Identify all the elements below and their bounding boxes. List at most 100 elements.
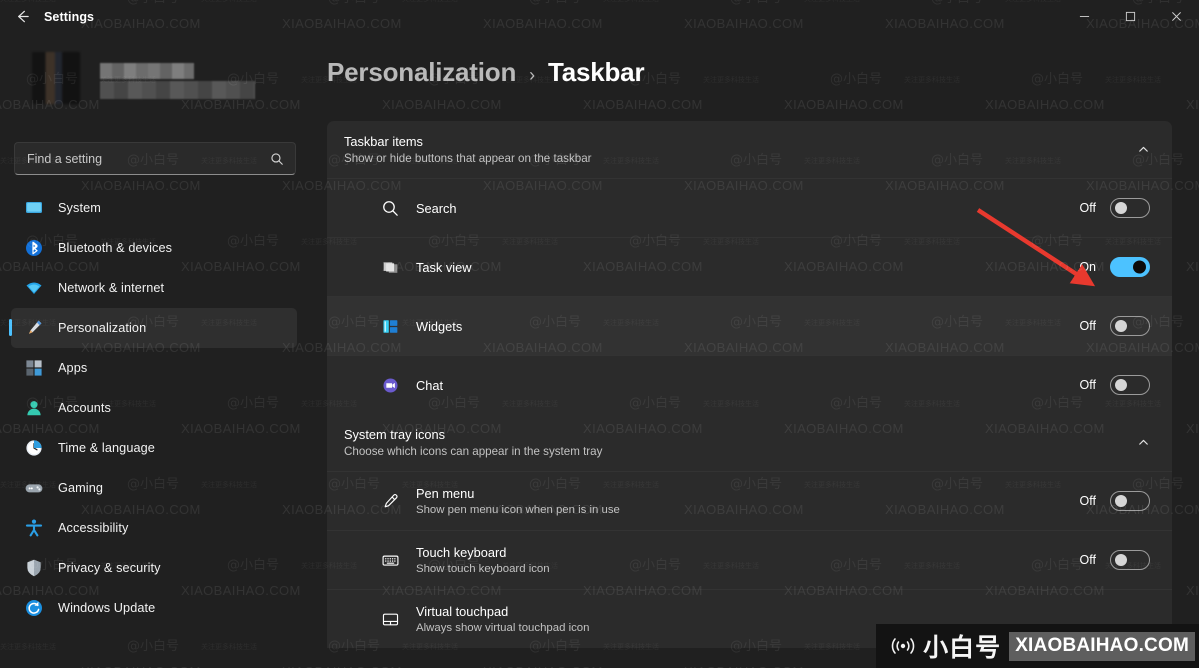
broadcast-icon <box>890 635 916 657</box>
setting-row-widgets[interactable]: Widgets Off <box>327 296 1172 355</box>
section-subtitle: Choose which icons can appear in the sys… <box>344 445 603 458</box>
toggle-knob <box>1133 260 1146 274</box>
sidebar-item-label: Gaming <box>58 481 104 495</box>
section-header[interactable]: Taskbar items Show or hide buttons that a… <box>327 121 1172 178</box>
setting-row-text: Touch keyboard Show touch keyboard icon <box>416 545 1080 575</box>
user-email-redacted <box>100 81 255 99</box>
system-icon <box>23 197 45 219</box>
back-arrow-icon <box>17 10 29 23</box>
watermark-cn-text: 小白号 <box>923 633 1002 662</box>
user-profile[interactable] <box>20 47 280 107</box>
setting-row-subtitle: Show touch keyboard icon <box>416 563 550 575</box>
setting-row-title: Touch keyboard <box>416 545 507 560</box>
widgets-toggle[interactable] <box>1110 316 1150 336</box>
sidebar-item-network-internet[interactable]: Network & internet <box>11 268 297 308</box>
maximize-icon <box>1125 11 1135 22</box>
sidebar-item-label: Windows Update <box>58 601 156 615</box>
search-icon <box>270 152 284 166</box>
setting-row-title: Pen menu <box>416 486 475 501</box>
toggle-state-label: Off <box>1079 494 1096 508</box>
toggle-state-label: Off <box>1079 201 1096 215</box>
pen-icon <box>379 490 401 512</box>
setting-row-text: Task view <box>416 260 1079 275</box>
chat-icon <box>379 374 401 396</box>
accessibility-icon <box>23 517 45 539</box>
section-title: Taskbar items <box>344 134 423 149</box>
sidebar-item-label: Apps <box>58 361 88 375</box>
sidebar-item-gaming[interactable]: Gaming <box>11 468 297 508</box>
chevron-up-icon[interactable] <box>1137 436 1150 449</box>
window-controls <box>1061 0 1199 33</box>
sidebar-item-windows-update[interactable]: Windows Update <box>11 588 297 628</box>
pen-menu-toggle[interactable] <box>1110 491 1150 511</box>
settings-card: Taskbar items Show or hide buttons that a… <box>327 121 1172 648</box>
close-icon <box>1171 12 1181 21</box>
time-language-icon <box>23 437 45 459</box>
search-icon <box>379 197 401 219</box>
setting-row-text: Widgets <box>416 319 1080 334</box>
privacy-security-icon <box>23 557 45 579</box>
sidebar-item-personalization[interactable]: Personalization <box>9 308 297 348</box>
toggle-state-label: Off <box>1079 319 1096 333</box>
setting-row-pen-menu[interactable]: Pen menu Show pen menu icon when pen is i… <box>327 471 1172 530</box>
breadcrumb-separator: › <box>529 65 535 85</box>
network-icon <box>23 277 45 299</box>
bluetooth-icon <box>23 237 45 259</box>
sidebar-item-accessibility[interactable]: Accessibility <box>11 508 297 548</box>
breadcrumb-root[interactable]: Personalization <box>327 57 516 88</box>
sidebar-item-label: Privacy & security <box>58 561 161 575</box>
section-header-text: System tray icons Choose which icons can … <box>344 427 1137 458</box>
minimize-button[interactable] <box>1061 0 1107 33</box>
setting-row-task-view[interactable]: Task view On <box>327 237 1172 296</box>
page-title: Taskbar <box>547 57 645 87</box>
sidebar-item-accounts[interactable]: Accounts <box>11 388 297 428</box>
search-input[interactable] <box>15 151 270 166</box>
toggle-knob <box>1115 554 1127 566</box>
touchpad-icon <box>379 608 401 630</box>
task-view-toggle[interactable] <box>1110 257 1150 277</box>
setting-row-touch-keyboard[interactable]: Touch keyboard Show touch keyboard icon Of… <box>327 530 1172 589</box>
breadcrumb: Personalization › Taskbar <box>327 57 645 88</box>
setting-row-title: Chat <box>416 377 444 393</box>
toggle-knob <box>1115 202 1127 214</box>
sidebar-item-label: System <box>58 201 101 215</box>
sidebar-item-label: Personalization <box>58 321 147 335</box>
search-toggle[interactable] <box>1110 198 1150 218</box>
toggle-knob <box>1115 320 1127 332</box>
content-area: Personalization › Taskbar Taskbar items S… <box>327 33 1199 668</box>
chat-toggle[interactable] <box>1110 375 1150 395</box>
keyboard-icon <box>379 549 401 571</box>
toggle-knob <box>1115 379 1127 391</box>
maximize-button[interactable] <box>1107 0 1153 33</box>
sidebar-item-time-language[interactable]: Time & language <box>11 428 297 468</box>
title-bar: Settings <box>0 0 1199 33</box>
watermark-domain-text: XIAOBAIHAO.COM <box>1009 631 1195 661</box>
toggle-state-label: Off <box>1079 553 1096 567</box>
chevron-up-icon[interactable] <box>1137 143 1150 156</box>
sidebar-item-label: Network & internet <box>58 281 165 295</box>
section-subtitle: Show or hide buttons that appear on the … <box>344 152 592 165</box>
setting-row-search[interactable]: Search Off <box>327 178 1172 237</box>
setting-row-title: Widgets <box>416 318 463 334</box>
sidebar-item-system[interactable]: System <box>11 188 297 228</box>
sidebar-item-privacy-security[interactable]: Privacy & security <box>11 548 297 588</box>
sidebar-item-apps[interactable]: Apps <box>11 348 297 388</box>
user-name-redacted <box>100 63 194 79</box>
app-title: Settings <box>44 9 95 24</box>
setting-row-text: Search <box>416 201 1080 216</box>
close-button[interactable] <box>1153 0 1199 33</box>
search-setting-box[interactable] <box>14 142 296 175</box>
sidebar-item-label: Bluetooth & devices <box>58 241 173 255</box>
widgets-icon <box>379 315 401 337</box>
sidebar-item-bluetooth-devices[interactable]: Bluetooth & devices <box>11 228 297 268</box>
setting-row-title: Task view <box>416 259 472 275</box>
windows-update-icon <box>23 597 45 619</box>
section-title: System tray icons <box>344 427 445 442</box>
setting-row-chat[interactable]: Chat Off <box>327 355 1172 414</box>
back-button[interactable] <box>6 1 38 33</box>
apps-icon <box>23 357 45 379</box>
sidebar-item-label: Time & language <box>58 441 155 455</box>
touch-keyboard-toggle[interactable] <box>1110 550 1150 570</box>
watermark-badge: 小白号 XIAOBAIHAO.COM <box>876 624 1199 668</box>
section-header[interactable]: System tray icons Choose which icons can … <box>327 414 1172 471</box>
